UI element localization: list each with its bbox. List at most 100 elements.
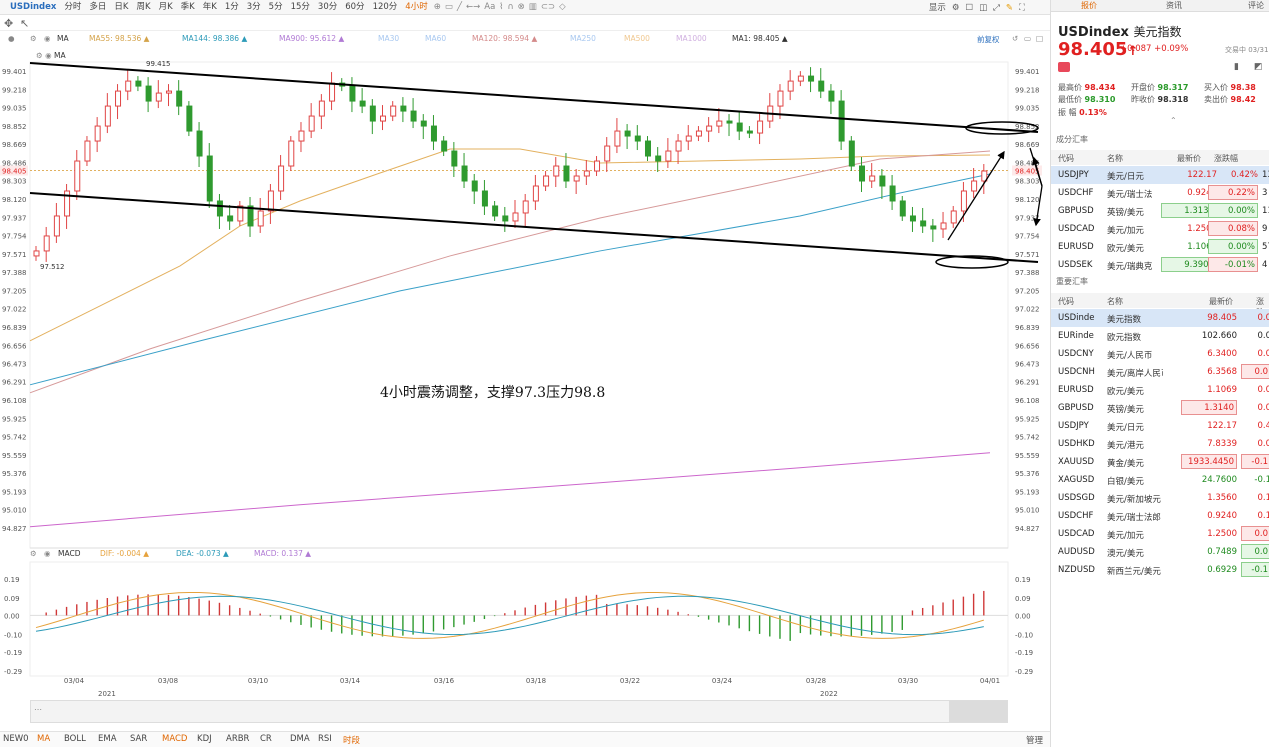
alert-icon[interactable] xyxy=(1058,62,1070,72)
date-tick: 03/08 xyxy=(157,677,179,685)
table-row[interactable]: USDCNY 美元/人民币 6.3400 0.0 xyxy=(1051,345,1269,363)
table-row[interactable]: GBPUSD 英镑/美元 1.3140 0.0 xyxy=(1051,399,1269,417)
group-icon[interactable]: ⊂⊃ xyxy=(539,0,557,14)
period-7[interactable]: 1分 xyxy=(221,0,243,14)
indicator-dma[interactable]: DMA xyxy=(290,734,310,744)
minimize-icon[interactable]: ▭ xyxy=(1024,34,1031,43)
more-icon[interactable]: ⋯ xyxy=(34,705,42,714)
period-6[interactable]: 年K xyxy=(199,0,221,14)
table-row[interactable]: USDJPY美元/日元122.170.42%13 xyxy=(1051,166,1269,184)
period-0[interactable]: 分时 xyxy=(60,0,85,14)
table-row[interactable]: EURUSD欧元/美元1.10690.00%57 xyxy=(1051,238,1269,256)
window-icon[interactable]: ▭ xyxy=(443,0,455,14)
price-tick-left: 95.559 xyxy=(2,452,27,460)
fullscreen-icon[interactable]: ⛶ xyxy=(1016,1,1028,15)
draw-icon[interactable]: ⌇ xyxy=(497,0,505,14)
period-1[interactable]: 多日 xyxy=(85,0,110,14)
rate-price: 1.3140 xyxy=(1181,400,1237,415)
indicator-时段[interactable]: 时段 xyxy=(343,734,360,746)
layout-icon[interactable]: ⊕ xyxy=(432,0,443,14)
candlestick-chart[interactable]: 99.401 99.401 99.218 99.218 99.035 99.035 98.8… xyxy=(0,44,1050,744)
pencil-icon[interactable]: ✎ xyxy=(1003,1,1016,15)
indicator-boll[interactable]: BOLL xyxy=(64,734,86,744)
table-row[interactable]: AUDUSD 澳元/美元 0.7489 0.0 xyxy=(1051,543,1269,561)
trash-icon[interactable]: ▥ xyxy=(527,0,539,14)
candle-body xyxy=(318,100,325,117)
table-row[interactable]: USDJPY 美元/日元 122.17 0.4 xyxy=(1051,417,1269,435)
period-11[interactable]: 30分 xyxy=(314,0,341,14)
refresh-icon[interactable]: ↺ xyxy=(1012,34,1018,43)
table-row[interactable]: USDCHF 美元/瑞士法 0.9240 0.22% 3 xyxy=(1051,184,1269,202)
note-icon[interactable]: ▮ xyxy=(1234,62,1239,72)
table-row[interactable]: USDHKD 美元/港元 7.8339 0.0 xyxy=(1051,435,1269,453)
collapse-icon[interactable]: ● xyxy=(8,34,15,43)
rate-code: USDHKD xyxy=(1058,439,1095,449)
period-10[interactable]: 15分 xyxy=(287,0,314,14)
arrow-icon[interactable]: ←→ xyxy=(464,0,482,14)
period-2[interactable]: 日K xyxy=(110,0,132,14)
tab-quote[interactable]: 报价 xyxy=(1081,0,1097,11)
indicator-arbr[interactable]: ARBR xyxy=(226,734,249,744)
table-row[interactable]: USDCHF 美元/瑞士法郎 0.9240 0.1 xyxy=(1051,507,1269,525)
line-tool-icon[interactable]: ╱ xyxy=(455,0,464,14)
price-tick-left: 96.656 xyxy=(2,342,27,350)
chart-scrollbar[interactable]: ⋯ xyxy=(30,700,1008,723)
period-14[interactable]: 4小时 xyxy=(401,0,431,14)
draw-tools-row: ✥ ↖ xyxy=(0,15,1050,31)
indicator-macd[interactable]: MACD xyxy=(162,734,187,744)
period-8[interactable]: 3分 xyxy=(243,0,265,14)
indicator-sar[interactable]: SAR xyxy=(130,734,147,744)
maximize-icon[interactable]: □ xyxy=(1036,34,1043,43)
stat-value: 98.42 xyxy=(1230,95,1256,104)
period-4[interactable]: 月K xyxy=(155,0,177,14)
candle-body xyxy=(227,215,234,222)
manage-button[interactable]: 管理 xyxy=(1026,734,1043,746)
tab-news[interactable]: 资讯 xyxy=(1166,0,1182,11)
collapse-chevron-icon[interactable]: ⌃ xyxy=(1170,116,1177,125)
table-row[interactable]: USDSGD 美元/新加坡元 1.3560 0.1 xyxy=(1051,489,1269,507)
rate-extra: 11 xyxy=(1262,206,1269,216)
macd-visible-icon[interactable]: ◉ xyxy=(44,549,51,558)
tab-comments[interactable]: 评论 xyxy=(1248,0,1264,11)
indicator-ma[interactable]: MA xyxy=(37,734,50,744)
indicator-cr[interactable]: CR xyxy=(260,734,272,744)
rate-code: XAUUSD xyxy=(1058,457,1095,467)
period-3[interactable]: 周K xyxy=(133,0,155,14)
indicator-rsi[interactable]: RSI xyxy=(318,734,332,744)
table-row[interactable]: USDCAD 美元/加元 1.2500 0.0 xyxy=(1051,525,1269,543)
table-row[interactable]: EURUSD 欧元/美元 1.1069 0.0 xyxy=(1051,381,1269,399)
tool-icon[interactable]: ◇ xyxy=(557,0,568,14)
price-tick-left: 96.108 xyxy=(2,397,27,405)
ma-settings-icon[interactable]: ⚙ xyxy=(30,34,37,43)
table-row[interactable]: XAGUSD 白银/美元 24.7600 -0.1 xyxy=(1051,471,1269,489)
table-row[interactable]: USDinde 美元指数 98.405 0.0 xyxy=(1051,309,1269,327)
table-row[interactable]: XAUUSD 黄金/美元 1933.4450 -0.1 xyxy=(1051,453,1269,471)
camera-icon[interactable]: ◫ xyxy=(976,1,990,15)
ma-visible-icon[interactable]: ◉ xyxy=(44,34,51,43)
macd-settings-icon[interactable]: ⚙ xyxy=(30,549,37,558)
period-12[interactable]: 60分 xyxy=(341,0,368,14)
period-5[interactable]: 季K xyxy=(177,0,199,14)
table-row[interactable]: EURinde 欧元指数 102.660 0.0 xyxy=(1051,327,1269,345)
delete-icon[interactable]: ⊗ xyxy=(516,0,527,14)
indicator-ema[interactable]: EMA xyxy=(98,734,117,744)
period-13[interactable]: 120分 xyxy=(369,0,402,14)
expand-icon[interactable]: ⤢ xyxy=(990,1,1003,15)
table-row[interactable]: USDCAD 美元/加元 1.2500 0.08% 9 xyxy=(1051,220,1269,238)
share-icon[interactable]: ◩ xyxy=(1254,62,1263,72)
magnet-icon[interactable]: ∩ xyxy=(505,0,515,14)
text-icon[interactable]: Aa xyxy=(482,0,497,14)
table-row[interactable]: USDCNH 美元/离岸人民币 6.3568 0.0 xyxy=(1051,363,1269,381)
square-icon[interactable]: ☐ xyxy=(962,1,976,15)
table-row[interactable]: USDSEK 美元/瑞典克 9.3903 -0.01% 4 xyxy=(1051,256,1269,274)
indicator-new0[interactable]: NEW0 xyxy=(3,734,29,744)
period-9[interactable]: 5分 xyxy=(265,0,287,14)
cursor-icon[interactable]: ↖ xyxy=(20,17,29,30)
scrollbar-thumb[interactable] xyxy=(949,701,1007,722)
indicator-kdj[interactable]: KDJ xyxy=(197,734,212,744)
table-row[interactable]: NZDUSD 新西兰元/美元 0.6929 -0.1 xyxy=(1051,561,1269,579)
crosshair-icon[interactable]: ✥ xyxy=(4,17,13,30)
display-menu[interactable]: 显示 xyxy=(926,1,949,15)
table-row[interactable]: GBPUSD英镑/美元1.31300.00%11 xyxy=(1051,202,1269,220)
settings-icon[interactable]: ⚙ xyxy=(949,1,963,15)
